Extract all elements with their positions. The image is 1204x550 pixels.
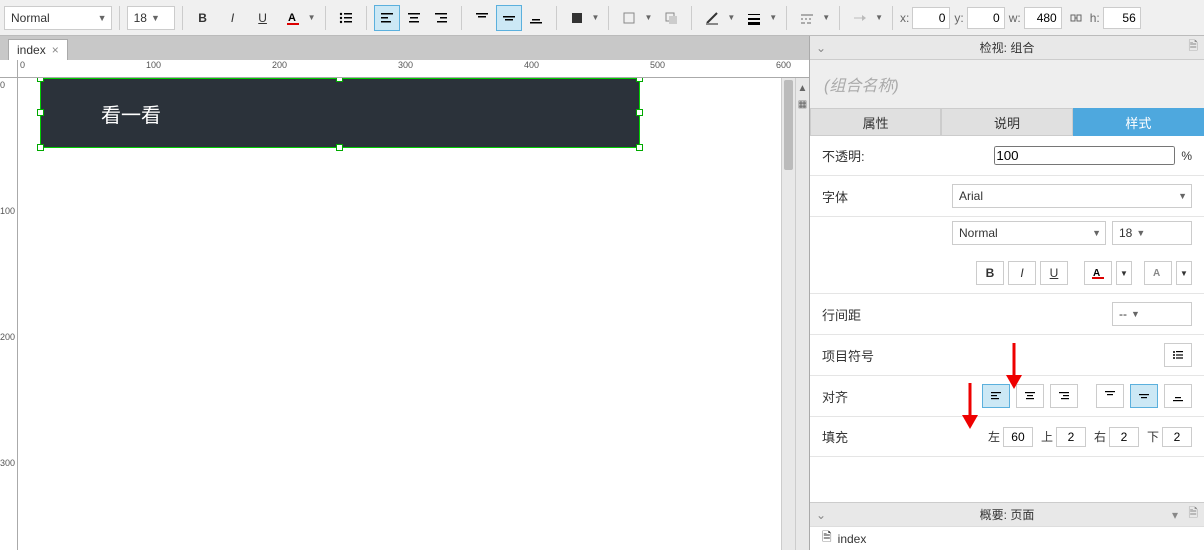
valign-bottom-panel[interactable] — [1164, 384, 1192, 408]
text-color-panel-button[interactable]: A — [1084, 261, 1112, 285]
arrow-style-button[interactable] — [847, 5, 873, 31]
inspector-header: ⌄ 检视: 组合 🗎 — [810, 36, 1204, 60]
font-size-select[interactable]: 18▼ — [127, 6, 175, 30]
x-coord: x: — [900, 7, 950, 29]
resize-handle[interactable] — [37, 144, 44, 151]
ruler-horizontal: 0 100 200 300 400 500 600 — [18, 60, 809, 78]
font-weight-select[interactable]: Normal▼ — [952, 221, 1106, 245]
document-tabs: index× — [0, 36, 809, 60]
scrollbar-vertical[interactable] — [781, 78, 795, 550]
shadow-button[interactable] — [658, 5, 684, 31]
bullets-label: 项目符号 — [822, 346, 952, 365]
valign-middle-button[interactable] — [496, 5, 522, 31]
font-family-select[interactable]: Arial▼ — [952, 184, 1192, 208]
line-spacing-label: 行间距 — [822, 305, 952, 324]
y-input[interactable] — [967, 7, 1005, 29]
widget-text: 看一看 — [41, 99, 161, 128]
text-color-button[interactable]: A — [280, 5, 306, 31]
page-icon[interactable]: 🗎 — [1188, 504, 1198, 525]
italic-button[interactable]: I — [220, 5, 246, 31]
valign-middle-panel[interactable] — [1130, 384, 1158, 408]
border-style-button[interactable] — [616, 5, 642, 31]
group-name-input[interactable]: (组合名称) — [810, 60, 1204, 108]
page-icon[interactable]: 🗎 — [1188, 37, 1198, 58]
w-input[interactable] — [1024, 7, 1062, 29]
text-bg-panel-dropdown[interactable]: ▼ — [1176, 261, 1192, 285]
bold-button[interactable]: B — [190, 5, 216, 31]
bullets-button[interactable] — [1164, 343, 1192, 367]
resize-handle[interactable] — [336, 144, 343, 151]
funnel-icon[interactable]: ▾ — [1172, 508, 1178, 522]
pad-bottom-input[interactable] — [1162, 427, 1192, 447]
resize-handle[interactable] — [37, 78, 44, 82]
style-select[interactable]: Normal▼ — [4, 6, 112, 30]
fill-color-button[interactable] — [564, 5, 590, 31]
close-icon[interactable]: × — [52, 43, 59, 57]
collapse-icon[interactable]: ⌄ — [816, 41, 826, 55]
side-gutter: ▲ ▦ — [795, 78, 809, 550]
align-right-panel[interactable] — [1050, 384, 1078, 408]
gutter-up-icon[interactable]: ▲ — [797, 82, 809, 94]
text-color-panel-dropdown[interactable]: ▼ — [1116, 261, 1132, 285]
pad-right-input[interactable] — [1109, 427, 1139, 447]
align-left-button[interactable] — [374, 5, 400, 31]
pad-left-input[interactable] — [1003, 427, 1033, 447]
text-color-dropdown-icon[interactable]: ▼ — [306, 13, 318, 22]
resize-handle[interactable] — [636, 78, 643, 82]
ruler-vertical: 0 100 200 300 — [0, 78, 18, 550]
opacity-label: 不透明: — [822, 146, 952, 165]
tab-style[interactable]: 样式 — [1073, 108, 1204, 136]
fill-color-dropdown-icon[interactable]: ▼ — [590, 13, 602, 22]
selected-widget[interactable]: 看一看 — [40, 78, 640, 148]
font-label: 字体 — [822, 187, 952, 206]
resize-handle[interactable] — [636, 109, 643, 116]
top-toolbar: Normal▼ 18▼ B I U A▼ ▼ ▼ ▼ ▼ ▼ ▼ — [0, 0, 1204, 36]
align-center-panel[interactable] — [1016, 384, 1044, 408]
bold-panel-button[interactable]: B — [976, 261, 1004, 285]
svg-text:A: A — [288, 12, 296, 24]
outline-row[interactable]: 🗎 index — [810, 526, 1204, 550]
tab-attributes[interactable]: 属性 — [810, 108, 941, 136]
align-center-button[interactable] — [401, 5, 427, 31]
resize-handle[interactable] — [636, 144, 643, 151]
italic-panel-button[interactable]: I — [1008, 261, 1036, 285]
opacity-input[interactable] — [994, 146, 1175, 165]
x-input[interactable] — [912, 7, 950, 29]
underline-panel-button[interactable]: U — [1040, 261, 1068, 285]
valign-bottom-button[interactable] — [523, 5, 549, 31]
ruler-corner — [0, 60, 18, 78]
align-label: 对齐 — [822, 387, 952, 406]
align-right-button[interactable] — [428, 5, 454, 31]
resize-handle[interactable] — [37, 109, 44, 116]
gutter-note-icon[interactable]: ▦ — [797, 98, 809, 110]
y-coord: y: — [954, 7, 1004, 29]
h-coord: h: — [1090, 7, 1141, 29]
font-size-panel-select[interactable]: 18▼ — [1112, 221, 1192, 245]
collapse-icon[interactable]: ⌄ — [816, 508, 826, 522]
resize-handle[interactable] — [336, 78, 343, 82]
page-icon: 🗎 — [822, 528, 832, 549]
padding-label: 填充 — [822, 427, 952, 446]
pad-top-input[interactable] — [1056, 427, 1086, 447]
align-left-panel[interactable] — [982, 384, 1010, 408]
w-coord: w: — [1009, 7, 1062, 29]
underline-button[interactable]: U — [250, 5, 276, 31]
outline-header: ⌄ 概要: 页面 ▾ 🗎 — [810, 502, 1204, 526]
tab-index[interactable]: index× — [8, 39, 68, 60]
line-spacing-select[interactable]: --▼ — [1112, 302, 1192, 326]
line-style-button[interactable] — [794, 5, 820, 31]
h-input[interactable] — [1103, 7, 1141, 29]
inspector-panel: ⌄ 检视: 组合 🗎 (组合名称) 属性 说明 样式 不透明: % 字体 Ari… — [809, 36, 1204, 550]
bullet-list-button[interactable] — [333, 5, 359, 31]
lock-aspect-button[interactable] — [1066, 5, 1086, 31]
line-width-button[interactable] — [741, 5, 767, 31]
valign-top-panel[interactable] — [1096, 384, 1124, 408]
text-bg-panel-button[interactable]: A — [1144, 261, 1172, 285]
line-color-button[interactable] — [699, 5, 725, 31]
valign-top-button[interactable] — [469, 5, 495, 31]
svg-text:A: A — [1153, 268, 1160, 279]
canvas[interactable]: 看一看 — [18, 78, 781, 550]
tab-description[interactable]: 说明 — [941, 108, 1072, 136]
